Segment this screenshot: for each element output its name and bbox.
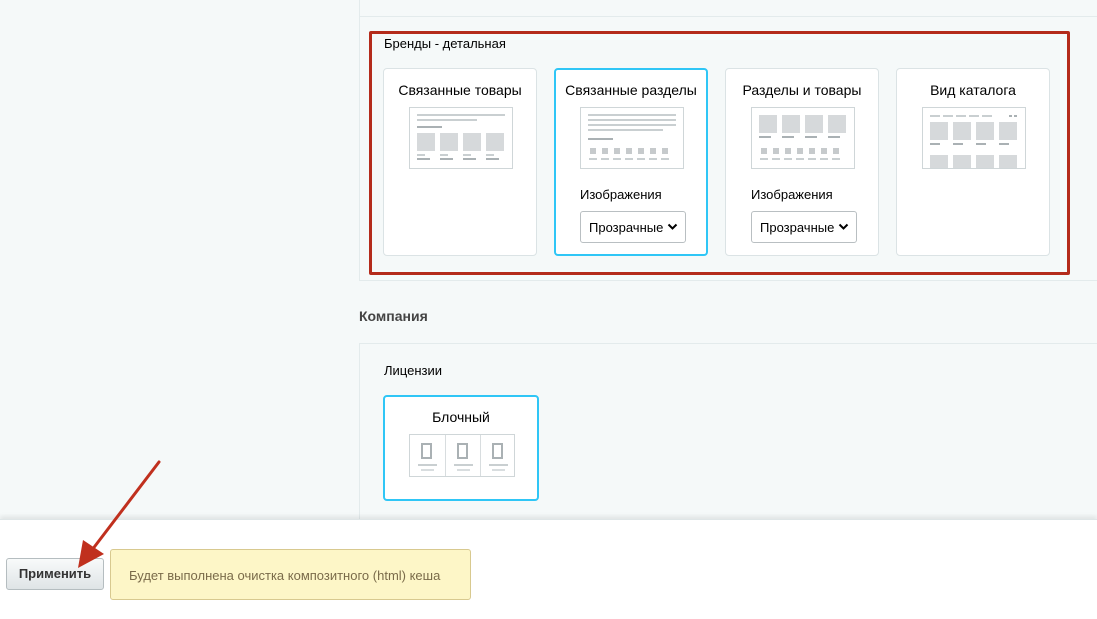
layout-preview [751, 107, 855, 169]
layout-preview [409, 434, 515, 477]
layout-preview [580, 107, 684, 169]
previous-section-panel [359, 0, 1097, 17]
chevron-down-icon [838, 223, 849, 230]
images-label: Изображения [580, 187, 662, 202]
layout-preview [409, 107, 513, 169]
card-title: Связанные разделы [565, 82, 697, 98]
images-label: Изображения [751, 187, 833, 202]
option-card-related-sections[interactable]: Связанные разделы Изображения Прозрачные [554, 68, 708, 256]
select-value: Прозрачные [589, 220, 664, 235]
brands-detail-title: Бренды - детальная [384, 36, 506, 51]
licenses-title: Лицензии [384, 363, 442, 378]
images-select[interactable]: Прозрачные [580, 211, 686, 243]
card-title: Связанные товары [398, 82, 522, 98]
option-card-sections-and-products[interactable]: Разделы и товары Изображения Прозрачные [725, 68, 879, 256]
layout-preview [922, 107, 1026, 169]
apply-button[interactable]: Применить [6, 558, 104, 590]
option-card-catalog-view[interactable]: Вид каталога [896, 68, 1050, 256]
chevron-down-icon [667, 223, 678, 230]
card-title: Блочный [432, 409, 490, 425]
option-card-block[interactable]: Блочный [383, 395, 539, 501]
cache-notice: Будет выполнена очистка композитного (ht… [110, 549, 471, 600]
select-value: Прозрачные [760, 220, 835, 235]
card-title: Разделы и товары [742, 82, 862, 98]
company-heading: Компания [359, 308, 428, 324]
option-card-related-products[interactable]: Связанные товары [383, 68, 537, 256]
card-title: Вид каталога [930, 82, 1016, 98]
images-select[interactable]: Прозрачные [751, 211, 857, 243]
